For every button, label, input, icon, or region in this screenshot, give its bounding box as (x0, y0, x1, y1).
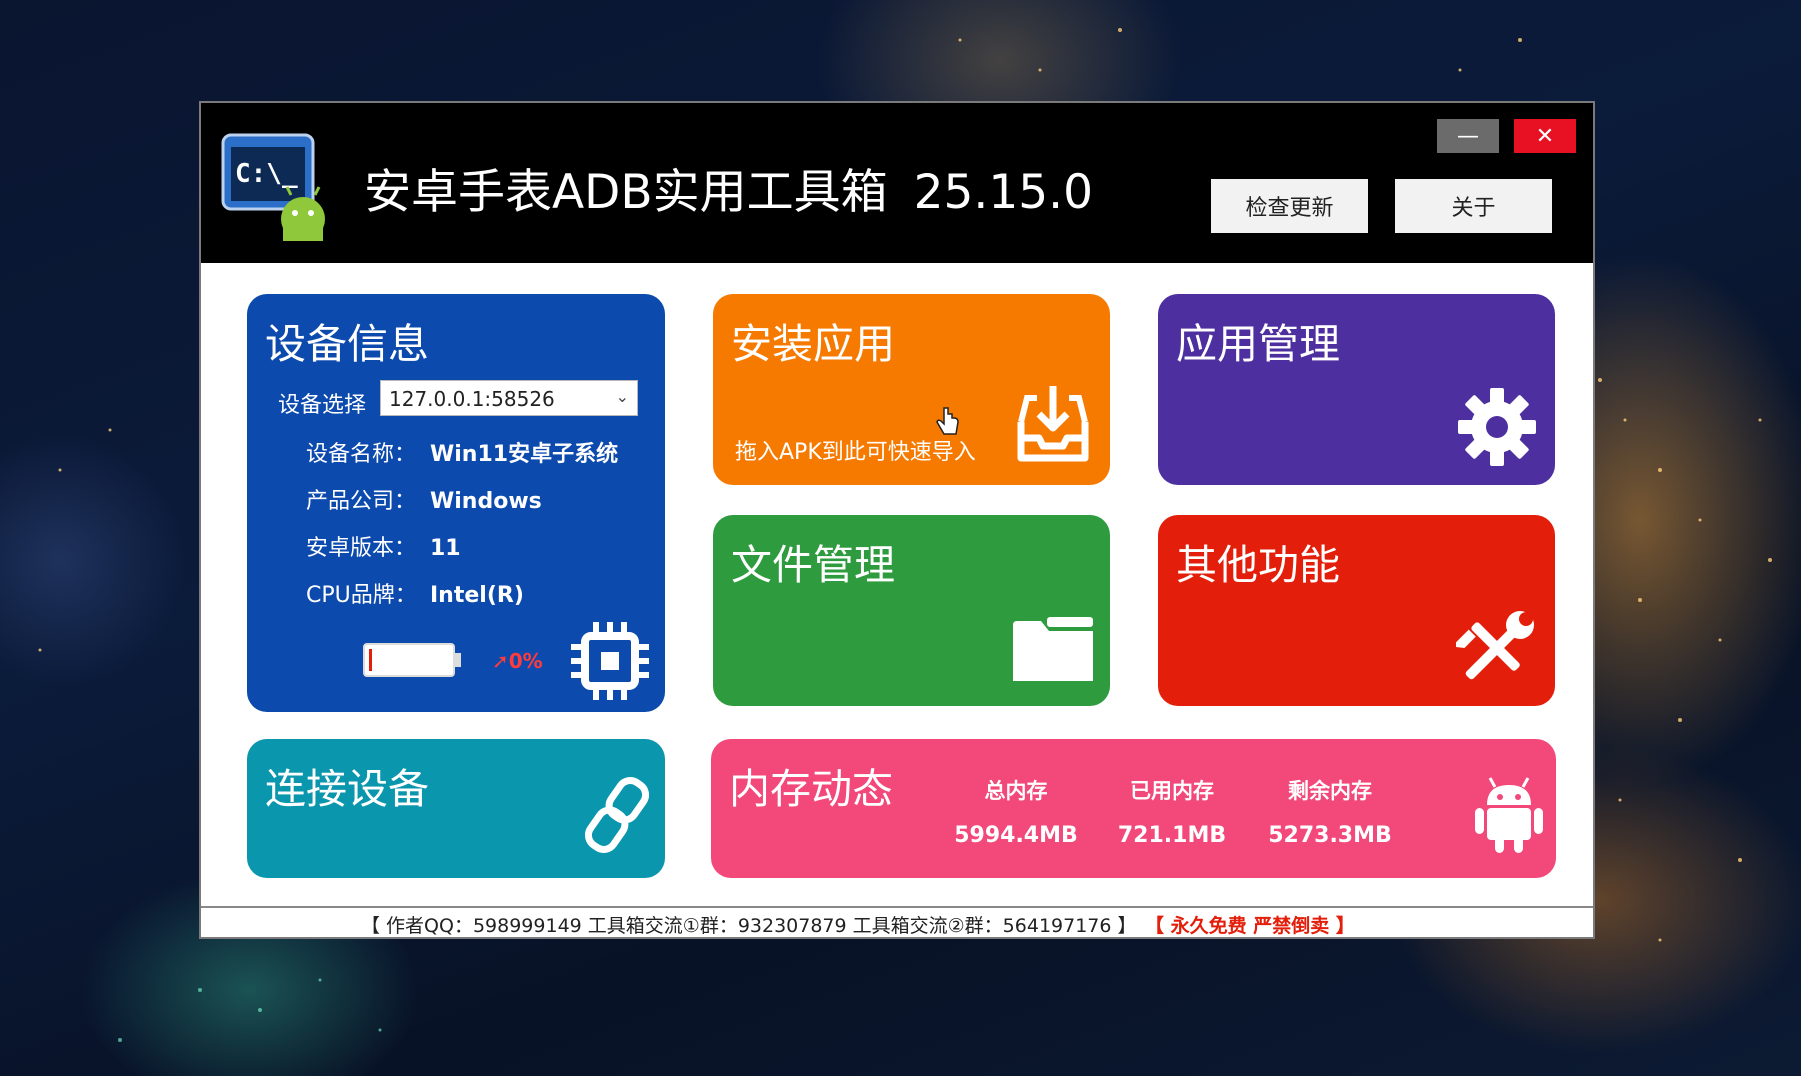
app-title-text: 安卓手表ADB实用工具箱 (364, 165, 888, 220)
title-bar: C:\_ 安卓手表ADB实用工具箱 25.15.0 — ✕ 检查更新 关于 (201, 103, 1593, 263)
other-functions-tile[interactable]: 其他功能 (1158, 515, 1555, 706)
cpu-brand-key: CPU品牌： (306, 583, 417, 608)
device-name-value: Win11安卓子系统 (430, 442, 619, 467)
memory-free-label: 剩余内存 (1288, 779, 1372, 803)
charging-icon: ➚ (492, 649, 509, 673)
memory-status-tile: 内存动态 总内存 5994.4MB 已用内存 721.1MB 剩余内存 5273… (711, 739, 1556, 878)
battery-icon (363, 643, 461, 677)
folder-icon (1013, 617, 1093, 681)
app-title: 安卓手表ADB实用工具箱 25.15.0 (364, 153, 1093, 222)
android-version-key: 安卓版本： (306, 536, 417, 561)
cpu-brand-row: CPU品牌： Intel(R) (306, 577, 524, 609)
install-app-tile[interactable]: 安装应用 拖入APK到此可快速导入 (713, 294, 1110, 485)
chip-icon (571, 622, 649, 700)
chevron-down-icon[interactable]: ⌄ (616, 387, 629, 406)
free-notice: 【 永久免费 严禁倒卖 】 (1154, 915, 1355, 937)
manufacturer-value: Windows (430, 489, 542, 514)
memory-free-value: 5273.3MB (1268, 823, 1392, 848)
manufacturer-key: 产品公司： (306, 489, 417, 514)
device-name-row: 设备名称： Win11安卓子系统 (306, 436, 618, 468)
app-window: C:\_ 安卓手表ADB实用工具箱 25.15.0 — ✕ 检查更新 关于 设备信… (199, 101, 1595, 939)
memory-free: 剩余内存 5273.3MB (1265, 775, 1395, 848)
status-bar: 【 作者QQ：598999149 工具箱交流①群：932307879 工具箱交流… (201, 906, 1593, 937)
memory-total: 总内存 5994.4MB (951, 775, 1081, 848)
device-info-title: 设备信息 (265, 320, 429, 368)
tools-icon (1456, 611, 1534, 680)
file-manage-tile[interactable]: 文件管理 (713, 515, 1110, 706)
memory-used: 已用内存 721.1MB (1107, 775, 1237, 848)
close-button[interactable]: ✕ (1514, 119, 1576, 153)
android-version-value: 11 (430, 536, 461, 561)
about-button[interactable]: 关于 (1395, 179, 1552, 233)
minimize-button[interactable]: — (1437, 119, 1499, 153)
connect-device-tile[interactable]: 连接设备 (247, 739, 665, 878)
device-name-key: 设备名称： (306, 442, 417, 467)
hand-cursor-icon (936, 407, 959, 435)
memory-used-value: 721.1MB (1117, 823, 1227, 848)
device-select-label: 设备选择 (278, 393, 367, 418)
memory-status-title: 内存动态 (729, 765, 893, 813)
file-manage-title: 文件管理 (731, 541, 895, 589)
device-info-tile: 设备信息 设备选择 127.0.0.1:58526 ⌄ 设备名称： Win11安卓… (247, 294, 665, 712)
app-manage-tile[interactable]: 应用管理 (1158, 294, 1555, 485)
svg-text:C:\_: C:\_ (235, 159, 298, 189)
android-version-row: 安卓版本： 11 (306, 530, 461, 562)
memory-total-label: 总内存 (984, 779, 1048, 803)
cpu-brand-value: Intel(R) (430, 583, 524, 608)
app-manage-title: 应用管理 (1176, 320, 1340, 368)
check-update-button[interactable]: 检查更新 (1211, 179, 1368, 233)
link-icon (584, 777, 650, 853)
battery-percent-text: 0% (508, 649, 543, 673)
connect-device-title: 连接设备 (265, 765, 429, 813)
device-select-value: 127.0.0.1:58526 (389, 387, 555, 411)
manufacturer-row: 产品公司： Windows (306, 483, 542, 515)
other-functions-title: 其他功能 (1176, 541, 1340, 589)
gear-icon (1458, 388, 1536, 466)
author-contact-info: 【 作者QQ：598999149 工具箱交流①群：932307879 工具箱交流… (361, 915, 1137, 937)
app-logo-icon: C:\_ (221, 133, 325, 241)
inbox-download-icon (1017, 386, 1089, 462)
battery-percent: ➚0% (492, 649, 543, 673)
device-select-dropdown[interactable]: 127.0.0.1:58526 ⌄ (380, 380, 638, 416)
install-app-title: 安装应用 (731, 320, 895, 368)
memory-used-label: 已用内存 (1130, 779, 1214, 803)
android-icon (1475, 777, 1543, 853)
memory-total-value: 5994.4MB (954, 823, 1078, 848)
app-version: 25.15.0 (913, 165, 1093, 220)
